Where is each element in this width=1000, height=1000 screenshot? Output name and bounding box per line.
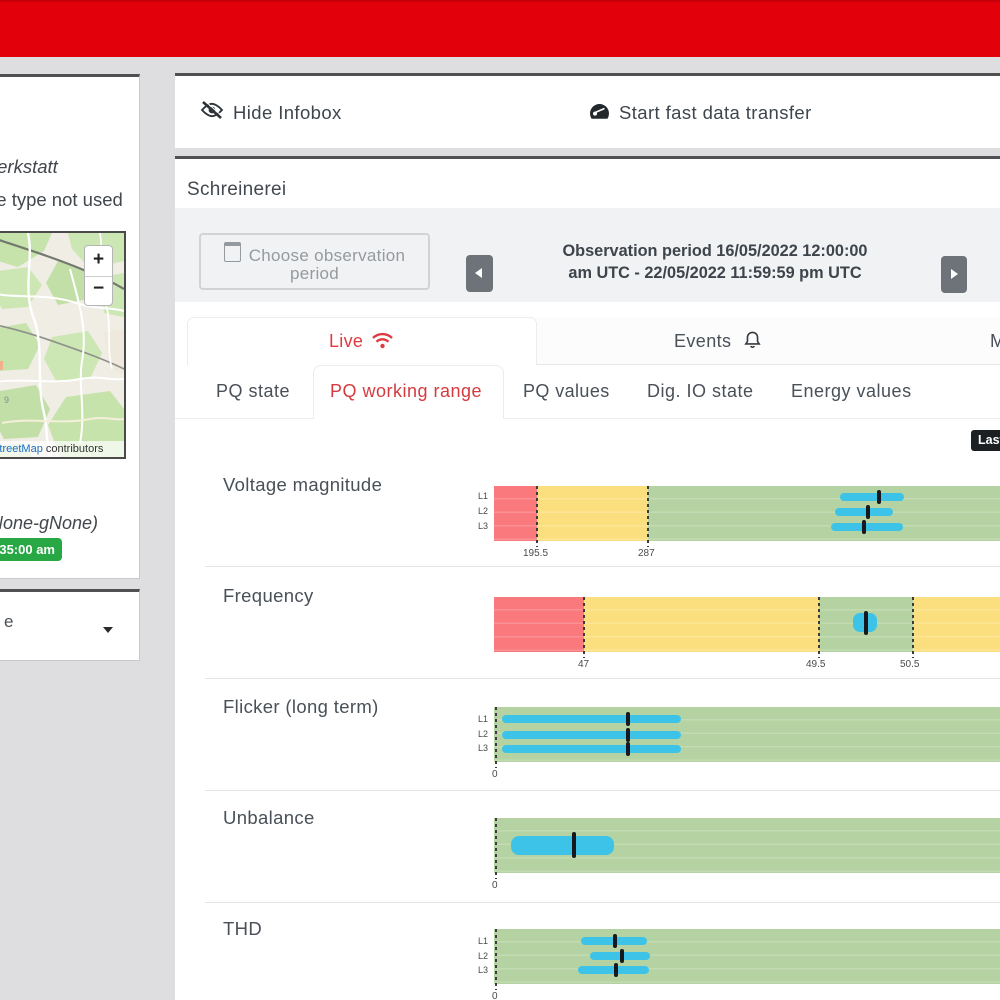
svg-text:9: 9	[4, 395, 9, 405]
